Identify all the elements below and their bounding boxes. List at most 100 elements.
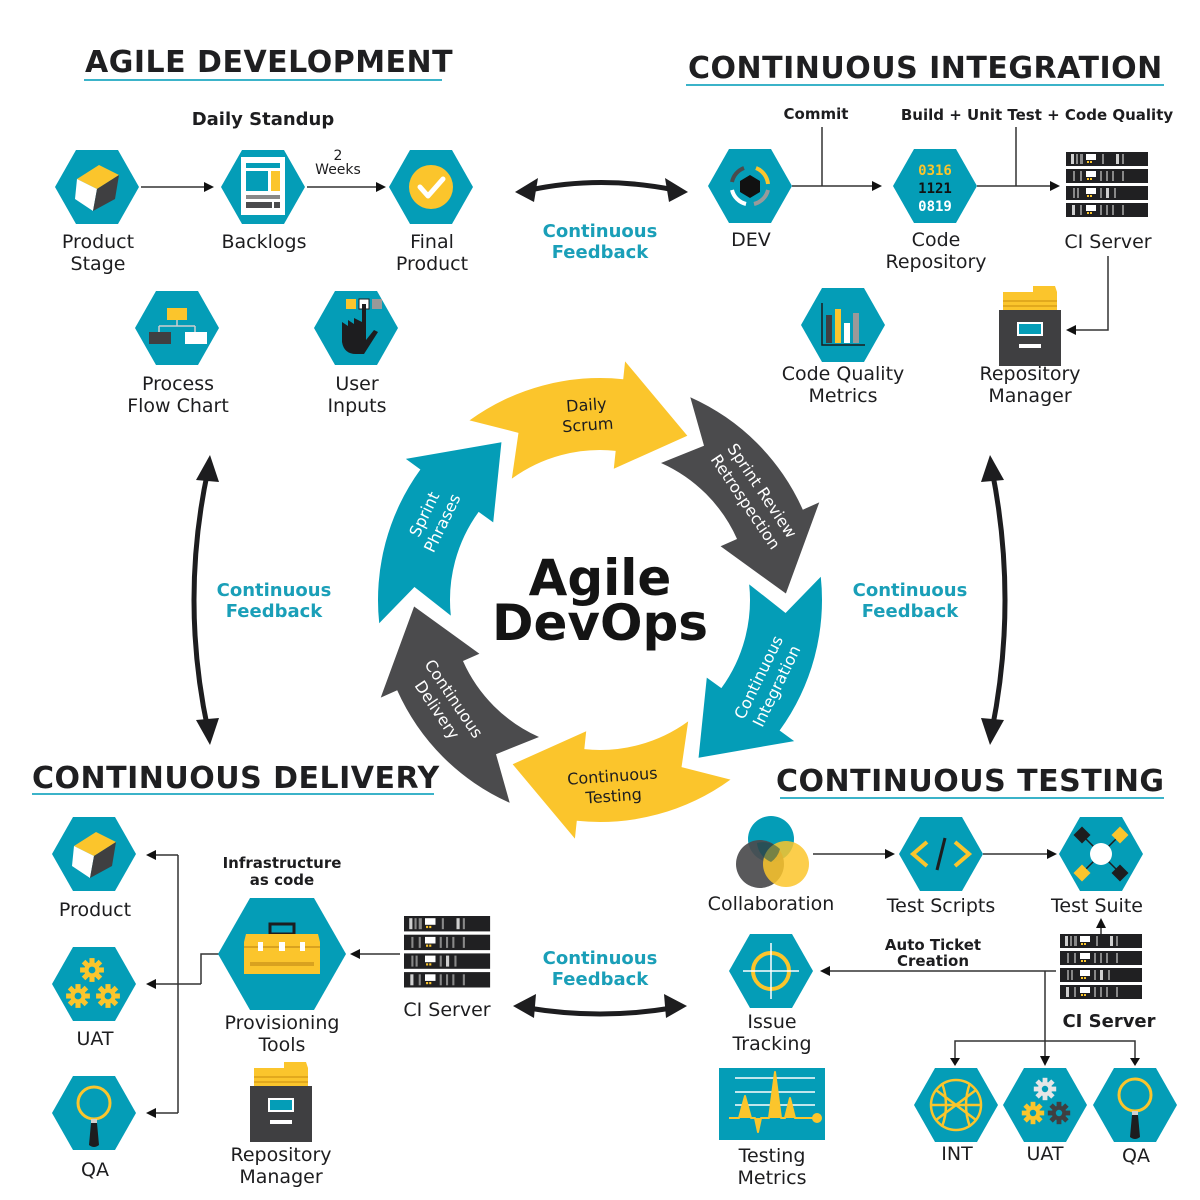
node-dev[interactable] — [708, 149, 792, 223]
file-cabinet-icon — [999, 286, 1061, 366]
code-digits: 1121 — [918, 181, 952, 197]
node-qa[interactable] — [1093, 1068, 1177, 1142]
code-repository-icon: 0316 1121 0819 — [918, 163, 952, 215]
center-title-line: DevOps — [492, 594, 708, 652]
section-continuous-integration: CONTINUOUS INTEGRATION Commit Build + Un… — [686, 51, 1173, 407]
node-label: Stage — [71, 253, 126, 275]
agile-devops-diagram: AGILE DEVELOPMENT Daily Standup Product … — [32, 45, 1177, 1189]
node-ci-server[interactable] — [1066, 152, 1148, 217]
node-repository-manager[interactable] — [999, 286, 1061, 366]
node-label: Manager — [988, 385, 1071, 407]
backlog-document-icon — [241, 157, 285, 215]
arrowhead-icon — [1130, 1058, 1140, 1066]
arrowhead-icon — [981, 718, 1004, 745]
node-process-flow-chart[interactable] — [135, 291, 219, 365]
node-product[interactable] — [52, 817, 136, 891]
node-label: Provisioning — [225, 1012, 340, 1034]
node-label: Manager — [239, 1166, 322, 1188]
cycle-label-line: Daily — [566, 394, 608, 416]
node-label: Inputs — [327, 395, 386, 417]
cycle-label-line: Scrum — [562, 414, 614, 437]
node-label: UAT — [1026, 1143, 1063, 1165]
node-issue-tracking[interactable] — [729, 934, 813, 1008]
node-code-quality-metrics[interactable] — [801, 288, 885, 362]
feedback-label: Continuous — [217, 580, 332, 601]
hexagon-shape — [52, 947, 136, 1021]
arrowhead-icon — [196, 455, 219, 482]
section-title: CONTINUOUS TESTING — [776, 764, 1165, 799]
flow-arrow — [1066, 256, 1109, 335]
node-ci-server[interactable] — [1060, 934, 1142, 999]
node-label: Tools — [258, 1034, 306, 1056]
arrowhead-icon — [513, 994, 536, 1018]
connector-line — [200, 953, 219, 984]
infrastructure-label: Infrastructure — [223, 854, 342, 872]
node-label: Repository — [230, 1144, 331, 1166]
section-agile-development: AGILE DEVELOPMENT Daily Standup Product … — [55, 45, 473, 417]
section-continuous-testing: CONTINUOUS TESTING Collaboration Test Sc… — [708, 764, 1177, 1189]
node-label: Issue — [747, 1011, 796, 1033]
feedback-left: Continuous Feedback — [191, 455, 332, 745]
node-label: Process — [142, 373, 214, 395]
node-collaboration[interactable] — [736, 816, 809, 888]
code-digits: 0819 — [918, 199, 952, 215]
feedback-label: Feedback — [862, 601, 960, 622]
feedback-label: Continuous — [853, 580, 968, 601]
node-code-repository[interactable]: 0316 1121 0819 — [893, 149, 977, 223]
feedback-bottom: Continuous Feedback — [513, 948, 687, 1018]
node-label: Flow Chart — [127, 395, 229, 417]
node-user-inputs[interactable] — [314, 291, 398, 365]
code-digits: 0316 — [918, 163, 952, 179]
node-provisioning-tools[interactable] — [218, 898, 346, 1010]
node-label: Product — [62, 231, 134, 253]
feedback-right: Continuous Feedback — [853, 455, 1008, 745]
auto-ticket-label: Creation — [897, 952, 969, 970]
node-label: QA — [81, 1159, 109, 1181]
node-ci-server[interactable] — [404, 916, 491, 988]
arrowhead-icon — [196, 718, 219, 745]
hexagon-shape — [135, 291, 219, 365]
node-int[interactable] — [914, 1068, 998, 1142]
node-uat[interactable] — [52, 947, 136, 1021]
section-continuous-delivery: CONTINUOUS DELIVERY Product UAT QA Infra… — [32, 761, 491, 1188]
section-title: AGILE DEVELOPMENT — [85, 45, 453, 80]
section-title: CONTINUOUS DELIVERY — [32, 761, 440, 796]
node-final-product[interactable] — [389, 150, 473, 224]
infrastructure-label: as code — [250, 871, 314, 889]
file-cabinet-icon — [250, 1062, 312, 1142]
node-repository-manager[interactable] — [250, 1062, 312, 1142]
node-label: Product — [396, 253, 468, 275]
server-rack-icon — [1060, 934, 1142, 999]
cycle-label-daily-scrum: DailyScrum — [560, 394, 614, 436]
node-label: Metrics — [738, 1167, 807, 1189]
cycle-label-line: Testing — [584, 785, 642, 808]
section-title: CONTINUOUS INTEGRATION — [688, 51, 1163, 86]
feedback-label: Continuous — [543, 948, 658, 969]
feedback-top: Continuous Feedback — [515, 178, 688, 263]
node-label: CI Server — [403, 999, 490, 1021]
hexagon-shape — [801, 288, 885, 362]
feedback-label: Feedback — [552, 242, 650, 263]
daily-standup-label: Daily Standup — [192, 109, 335, 130]
node-test-scripts[interactable] — [899, 817, 983, 891]
commit-label: Commit — [784, 105, 849, 123]
node-testing-metrics[interactable] — [719, 1068, 825, 1140]
node-uat[interactable] — [1003, 1068, 1087, 1142]
build-label: Build + Unit Test + Code Quality — [901, 106, 1174, 124]
node-backlogs[interactable] — [221, 150, 305, 224]
feedback-label: Continuous — [543, 221, 658, 242]
duration-unit: Weeks — [315, 162, 361, 178]
node-label: Final — [410, 231, 454, 253]
node-label: CI Server — [1062, 1011, 1155, 1032]
node-label: DEV — [731, 229, 771, 251]
node-product-stage[interactable] — [55, 150, 139, 224]
node-label: Test Scripts — [886, 895, 995, 917]
node-label: QA — [1122, 1145, 1150, 1167]
double-arrow — [529, 180, 676, 193]
node-label: Code — [912, 229, 961, 251]
node-label: INT — [941, 1143, 973, 1165]
node-qa[interactable] — [52, 1076, 136, 1150]
node-label: Metrics — [809, 385, 878, 407]
node-test-suite[interactable] — [1059, 817, 1143, 891]
node-label: Test Suite — [1050, 895, 1143, 917]
